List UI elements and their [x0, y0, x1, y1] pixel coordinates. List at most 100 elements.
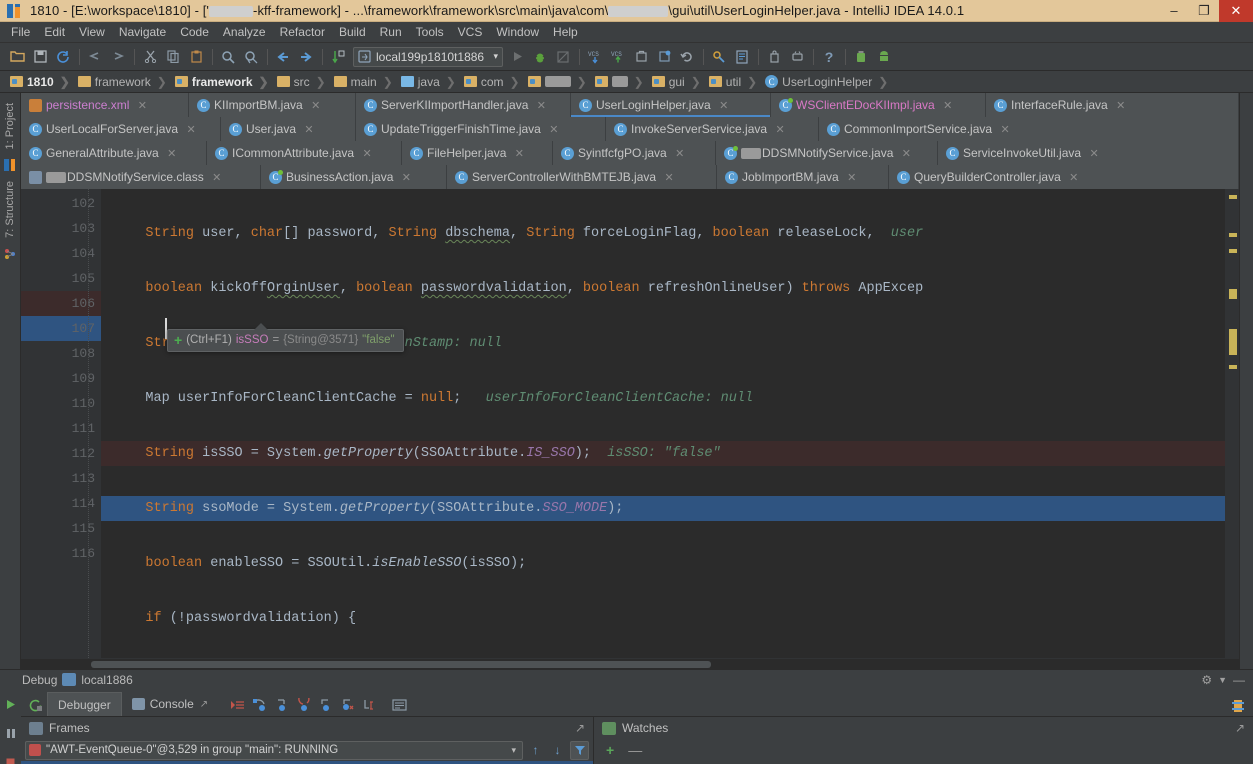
evaluate-expression-icon[interactable] [388, 694, 410, 716]
breadcrumb-item-main[interactable]: main ❯ [330, 75, 397, 89]
find-icon[interactable] [217, 46, 239, 68]
breadcrumb-item-1810[interactable]: 1810 ❯ [6, 75, 74, 89]
project-structure-icon[interactable] [731, 46, 753, 68]
breadcrumb-item-util[interactable]: util ❯ [705, 75, 761, 89]
right-tool-rail[interactable] [1239, 93, 1253, 669]
tab-close-icon[interactable]: ✕ [775, 123, 785, 136]
tab-close-icon[interactable]: ✕ [401, 171, 411, 184]
menu-item-window[interactable]: Window [489, 23, 546, 41]
menu-item-tools[interactable]: Tools [409, 23, 451, 41]
tab-serviceinvokeutil-java[interactable]: C ServiceInvokeUtil.java ✕ [938, 141, 1239, 165]
tab-close-icon[interactable]: ✕ [675, 147, 685, 160]
android-icon[interactable] [873, 46, 895, 68]
tab-close-icon[interactable]: ✕ [1069, 171, 1079, 184]
breadcrumb-item-java[interactable]: java ❯ [397, 75, 460, 89]
step-out-icon[interactable] [314, 694, 336, 716]
tab-userloginhelper-java[interactable]: C UserLoginHelper.java ✕ [571, 93, 771, 117]
sidebar-item-project[interactable]: 1: Project [2, 97, 18, 155]
editor-tab-row-1[interactable]: persistence.xml ✕ C KIImportBM.java ✕ C Serv… [21, 93, 1239, 117]
rollback-icon[interactable] [676, 46, 698, 68]
compile-icon[interactable] [327, 46, 349, 68]
tab-syintfcfgpo-java[interactable]: C SyintfcfgPO.java ✕ [553, 141, 716, 165]
android-monitor-icon[interactable] [850, 46, 872, 68]
tab-close-icon[interactable]: ✕ [362, 147, 372, 160]
run-icon[interactable] [506, 46, 528, 68]
tab-businessaction-java[interactable]: C BusinessAction.java ✕ [261, 165, 447, 189]
editor-marker-bar[interactable] [1225, 189, 1239, 658]
move-down-button[interactable]: ↓ [548, 741, 567, 760]
vcs-icon[interactable]: VCS [584, 46, 606, 68]
menu-item-edit[interactable]: Edit [37, 23, 72, 41]
pin-icon[interactable]: ↗ [200, 699, 208, 710]
tab-userlocalforserver-java[interactable]: C UserLocalForServer.java ✕ [21, 117, 221, 141]
paste-icon[interactable] [185, 46, 207, 68]
main-toolbar[interactable]: local199p1810t1886 ▾ VCS VCS ? [0, 43, 1253, 71]
sync-icon[interactable] [52, 46, 74, 68]
filter-frames-button[interactable] [570, 740, 589, 760]
menu-item-refactor[interactable]: Refactor [273, 23, 332, 41]
step-over-icon[interactable] [248, 694, 270, 716]
redo-icon[interactable] [107, 46, 129, 68]
tab-close-icon[interactable]: ✕ [514, 147, 524, 160]
gear-icon[interactable]: ⚙ [1201, 673, 1212, 687]
scrollbar-thumb[interactable] [91, 661, 711, 668]
code-text-area[interactable]: String user, char[] password, String dbs… [101, 189, 1225, 658]
tab-wsclientedockiimpl-java[interactable]: C WSClientEDocKIImpl.java ✕ [771, 93, 986, 117]
settings-toolbar-icon[interactable] [1231, 699, 1253, 716]
tab-interfacerule-java[interactable]: C InterfaceRule.java ✕ [986, 93, 1239, 117]
avd-manager-icon[interactable] [786, 46, 808, 68]
tab-close-icon[interactable]: ✕ [304, 123, 314, 136]
tab-console[interactable]: Console ↗ [121, 692, 219, 716]
tab-close-icon[interactable]: ✕ [901, 147, 911, 160]
tab-close-icon[interactable]: ✕ [664, 171, 674, 184]
settings-icon[interactable] [708, 46, 730, 68]
cut-icon[interactable] [139, 46, 161, 68]
minimize-button[interactable]: – [1159, 0, 1189, 22]
editor-horizontal-scrollbar[interactable] [21, 658, 1239, 669]
breadcrumb-item-redacted-2[interactable]: ❯ [591, 75, 648, 89]
history-icon[interactable] [653, 46, 675, 68]
pause-icon[interactable] [0, 722, 22, 744]
breadcrumb-item-redacted-1[interactable]: ❯ [524, 75, 591, 89]
editor-tab-row-3[interactable]: C GeneralAttribute.java ✕ C ICommonAttribut… [21, 141, 1239, 165]
coverage-icon[interactable] [552, 46, 574, 68]
debug-value-tooltip[interactable]: + (Ctrl+F1) isSSO = {String@3571} "false… [167, 323, 404, 352]
tab-close-icon[interactable]: ✕ [1089, 147, 1099, 160]
left-tool-rail[interactable]: 1: Project 7: Structure [0, 93, 21, 669]
back-icon[interactable] [272, 46, 294, 68]
menu-item-view[interactable]: View [72, 23, 112, 41]
pin-icon[interactable]: ↗ [575, 721, 593, 735]
restore-layout-icon[interactable] [25, 694, 47, 716]
tab-close-icon[interactable]: ✕ [943, 99, 953, 112]
open-folder-icon[interactable] [6, 46, 28, 68]
commit-icon[interactable] [630, 46, 652, 68]
chevron-down-icon[interactable]: ▾ [487, 51, 498, 62]
menu-item-vcs[interactable]: VCS [451, 23, 490, 41]
expand-icon[interactable]: + [174, 332, 182, 348]
debug-action-rail[interactable] [0, 689, 21, 764]
breadcrumb-item-framework[interactable]: framework ❯ [74, 75, 171, 89]
sidebar-item-structure[interactable]: 7: Structure [2, 175, 18, 244]
step-into-icon[interactable] [270, 694, 292, 716]
replace-icon[interactable] [240, 46, 262, 68]
resume-icon[interactable] [0, 693, 22, 715]
move-up-button[interactable]: ↑ [526, 741, 545, 760]
watches-toolbar[interactable]: + — [594, 739, 1253, 761]
remove-watch-button[interactable]: — [628, 742, 642, 758]
menu-item-build[interactable]: Build [332, 23, 373, 41]
tab-user-java[interactable]: C User.java ✕ [221, 117, 356, 141]
tab-close-icon[interactable]: ✕ [1116, 99, 1126, 112]
hide-icon[interactable]: — [1233, 673, 1245, 687]
tab-close-icon[interactable]: ✕ [137, 99, 147, 112]
thread-selector-row[interactable]: "AWT-EventQueue-0"@3,529 in group "main"… [21, 739, 593, 761]
tab-commonimportservice-java[interactable]: C CommonImportService.java ✕ [819, 117, 1239, 141]
tab-querybuildercontroller-java[interactable]: C QueryBuilderController.java ✕ [889, 165, 1239, 189]
tab-ddsmnotifyservice-class[interactable]: DDSMNotifyService.class ✕ [21, 165, 261, 189]
copy-icon[interactable] [162, 46, 184, 68]
breadcrumb-item-gui[interactable]: gui ❯ [648, 75, 705, 89]
tab-close-icon[interactable]: ✕ [1000, 123, 1010, 136]
debug-tab-bar[interactable]: Debugger Console ↗ [21, 689, 1253, 716]
tab-updatetriggerfinishtime-java[interactable]: C UpdateTriggerFinishTime.java ✕ [356, 117, 606, 141]
add-watch-button[interactable]: + [606, 742, 614, 758]
tab-invokeserverservice-java[interactable]: C InvokeServerService.java ✕ [606, 117, 819, 141]
